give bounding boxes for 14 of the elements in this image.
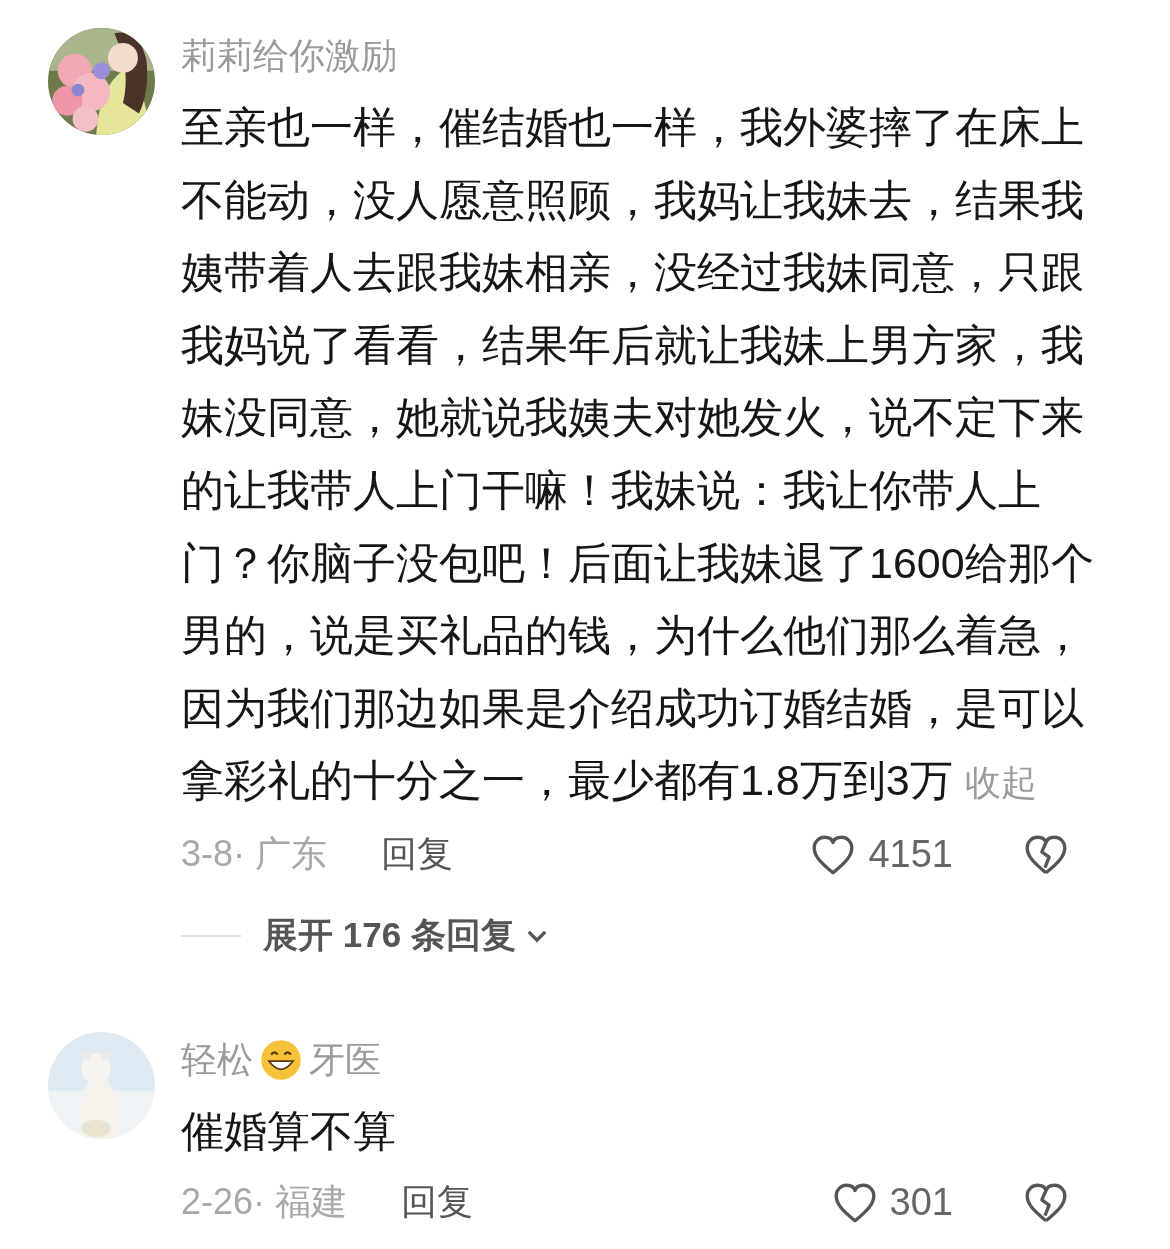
like-count: 301 bbox=[889, 1181, 953, 1225]
username[interactable]: 轻松 bbox=[181, 1031, 253, 1088]
like-count: 4151 bbox=[868, 833, 953, 877]
username[interactable]: 莉莉给你激励 bbox=[181, 28, 397, 84]
username-suffix[interactable]: 牙医 bbox=[309, 1031, 381, 1088]
comment-text: 至亲也一样，催结婚也一样，我外婆摔了在床上不能动，没人愿意照顾，我妈让我妹去，结果我姨带着人去跟我妹相亲，没经过我妹同意，只跟我妈说了看看，结果年后就让我妹上男方家，我妹没同意，她就说我姨夫对她发火，说不定下来的让我带人上门干嘛！我妹说：我让你带人上门？你脑子没包吧！后面让我妹退了1600给那个男的，说是买礼品的钱，为什么他们那么着急，因为我们那边如果是介绍成功订婚结婚，是可以拿彩礼的十分之一，最少都有1.8万到3万 收起 bbox=[181, 102, 1095, 807]
grin-emoji-icon bbox=[259, 1037, 303, 1082]
comment-text: 催婚算不算 bbox=[181, 1105, 397, 1157]
expand-replies-link[interactable]: 展开 176 条回复 bbox=[263, 912, 516, 960]
comment-meta: 2-26· 福建 bbox=[181, 1180, 348, 1225]
reply-button[interactable]: 回复 bbox=[401, 1178, 474, 1228]
collapse-link[interactable]: 收起 bbox=[964, 762, 1037, 804]
reply-button[interactable]: 回复 bbox=[381, 830, 454, 880]
comment-meta: 3-8· 广东 bbox=[181, 832, 328, 877]
